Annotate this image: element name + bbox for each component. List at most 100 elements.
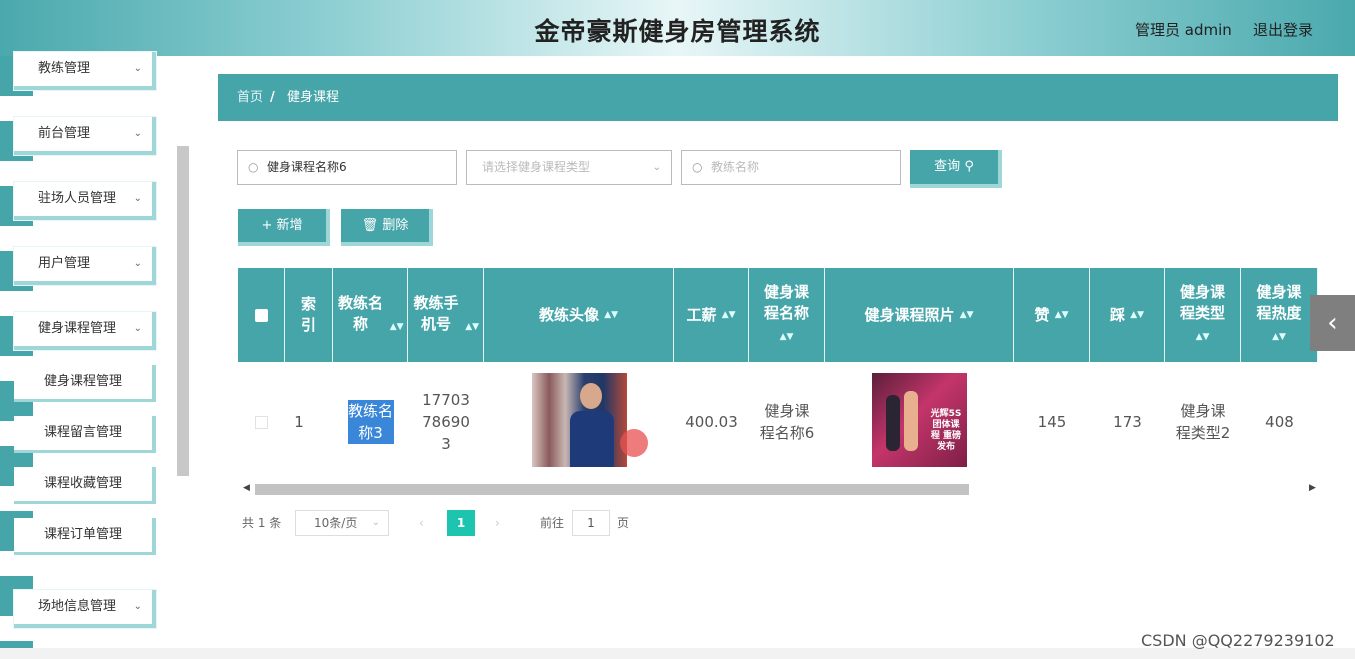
sidebar: 教练管理 ⌄ 前台管理 ⌄ 驻场人员管理 ⌄ 用户管理 ⌄ 健身课程管理 ⌄ 健… — [0, 52, 160, 659]
sidebar-item-reception[interactable]: 前台管理 ⌄ — [14, 117, 156, 155]
course-type-placeholder: 请选择健身课程类型 — [482, 160, 591, 174]
query-button[interactable]: 查询 ⚲ — [910, 150, 1002, 188]
page-size-select[interactable]: 10条/页 ⌄ — [295, 510, 389, 536]
sidebar-item-staff[interactable]: 驻场人员管理 ⌄ — [14, 182, 156, 220]
breadcrumb: 首页 / 健身课程 — [218, 74, 1338, 121]
breadcrumb-current: 健身课程 — [287, 90, 340, 105]
cell-course-type: 健身课程类型2 — [1165, 362, 1241, 482]
search-icon: ⚲ — [964, 159, 974, 174]
cell-coach-phone: 17703786903 — [408, 362, 484, 482]
sidebar-item-label: 前台管理 — [38, 126, 91, 141]
course-name-input[interactable]: ○ 健身课程名称6 — [237, 150, 457, 185]
col-label: 教练头像 — [538, 305, 599, 324]
next-page-icon[interactable]: › — [495, 511, 500, 535]
cell-index: 1 — [294, 413, 304, 431]
chevron-left-icon[interactable]: ‹ — [1310, 295, 1355, 351]
col-label: 教练名称 — [337, 293, 383, 333]
row-checkbox-cell — [238, 362, 285, 482]
avatar-body — [570, 411, 614, 467]
search-icon: ○ — [248, 160, 259, 174]
sidebar-item-label: 用户管理 — [38, 256, 91, 271]
col-likes[interactable]: 赞 ▲▼ — [1014, 268, 1090, 362]
sort-icon: ▲▼ — [1054, 309, 1069, 320]
search-icon: ○ — [692, 160, 703, 174]
prev-page-icon[interactable]: ‹ — [419, 511, 424, 535]
top-header: 金帝豪斯健身房管理系统 管理员 admin 退出登录 — [0, 0, 1355, 56]
col-course-photo[interactable]: 健身课程照片 ▲▼ — [825, 268, 1014, 362]
coach-name-input[interactable]: ○ 教练名称 — [681, 150, 901, 185]
goto-prefix: 前往 — [540, 516, 565, 530]
table-header: 索引 教练名称 ▲▼ 教练手机号 ▲▼ 教练头像 ▲▼ 工薪 ▲▼ 健身课程名称… — [238, 268, 1318, 362]
goto-suffix: 页 — [617, 516, 630, 530]
sidebar-item-label: 健身课程管理 — [38, 321, 117, 336]
sidebar-item-users[interactable]: 用户管理 ⌄ — [14, 247, 156, 285]
coach-phone-text: 17703786903 — [422, 391, 470, 453]
sidebar-subitem-course-orders[interactable]: 课程订单管理 — [14, 518, 156, 555]
avatar-face — [580, 383, 602, 409]
course-type-select[interactable]: 请选择健身课程类型 ⌄ — [466, 150, 672, 185]
cell-likes: 145 — [1037, 413, 1067, 431]
breadcrumb-home[interactable]: 首页 — [237, 74, 263, 121]
current-user: 管理员 admin — [1135, 21, 1232, 39]
select-all-checkbox[interactable] — [254, 308, 268, 322]
cell-coach-name: 教练名称3 — [333, 362, 408, 482]
col-label: 健身课程类型 — [1179, 283, 1225, 322]
col-course-heat[interactable]: 健身课程热度 ▲▼ — [1241, 268, 1318, 362]
col-label: 工薪 — [686, 305, 717, 324]
sort-icon: ▲▼ — [959, 309, 974, 320]
col-course-type[interactable]: 健身课程类型 ▲▼ — [1165, 268, 1241, 362]
col-label: 教练手机号 — [413, 293, 459, 333]
delete-button[interactable]: 🗑 删除 — [341, 209, 433, 246]
page-number-current[interactable]: 1 — [447, 510, 475, 536]
coach-name-text: 教练名称3 — [347, 400, 394, 444]
col-coach-name[interactable]: 教练名称 ▲▼ — [333, 268, 408, 362]
table-horizontal-scrollbar[interactable] — [255, 484, 969, 495]
scroll-left-icon[interactable]: ◀ — [243, 483, 250, 493]
sidebar-subitem-course-comments[interactable]: 课程留言管理 — [14, 416, 156, 453]
add-button[interactable]: + 新增 — [238, 209, 330, 246]
add-label: 新增 — [276, 218, 303, 233]
photo-figure — [904, 391, 918, 451]
cell-heat: 408 — [1265, 413, 1294, 431]
sort-icon: ▲▼ — [779, 332, 794, 342]
scroll-right-icon[interactable]: ▶ — [1309, 483, 1316, 493]
col-course-name[interactable]: 健身课程名称 ▲▼ — [749, 268, 825, 362]
col-index[interactable]: 索引 — [285, 268, 333, 362]
col-label: 健身课程照片 — [864, 305, 955, 324]
coach-avatar-image[interactable] — [532, 373, 627, 467]
col-salary[interactable]: 工薪 ▲▼ — [674, 268, 749, 362]
sidebar-scrollbar[interactable] — [177, 146, 189, 476]
logout-link[interactable]: 退出登录 — [1253, 19, 1313, 40]
course-name-text: 健身课程名称6 — [759, 402, 815, 442]
page-size-value: 10条/页 — [314, 516, 358, 530]
col-coach-avatar[interactable]: 教练头像 ▲▼ — [484, 268, 674, 362]
delete-label: 删除 — [382, 218, 409, 233]
row-checkbox[interactable] — [255, 415, 268, 429]
col-label: 健身课程热度 — [1256, 283, 1302, 322]
col-dislikes[interactable]: 踩 ▲▼ — [1090, 268, 1165, 362]
cell-dislikes: 173 — [1113, 413, 1142, 431]
sidebar-item-label: 场地信息管理 — [38, 599, 117, 614]
goto-page-input[interactable]: 1 — [572, 510, 610, 536]
col-coach-phone[interactable]: 教练手机号 ▲▼ — [408, 268, 484, 362]
sidebar-subitem-course-favorites[interactable]: 课程收藏管理 — [14, 467, 156, 504]
course-photo-image[interactable]: 光辉5S 团体课程 重磅发布 — [872, 373, 967, 467]
select-all-cell — [238, 268, 285, 362]
sidebar-item-courses[interactable]: 健身课程管理 ⌄ — [14, 312, 156, 350]
course-type-text: 健身课程类型2 — [1175, 402, 1231, 442]
sidebar-subitem-course-manage[interactable]: 健身课程管理 — [14, 365, 156, 402]
trash-icon: 🗑 — [361, 218, 379, 233]
watermark: CSDN @QQ2279239102 — [1141, 631, 1335, 650]
chevron-down-icon: ⌄ — [133, 63, 142, 74]
sort-icon: ▲▼ — [604, 309, 619, 320]
sort-icon: ▲▼ — [1195, 332, 1210, 342]
chevron-down-icon: ⌄ — [133, 601, 142, 612]
plus-icon: + — [261, 218, 273, 233]
sidebar-item-venue[interactable]: 场地信息管理 ⌄ — [14, 590, 156, 628]
chevron-down-icon: ⌄ — [133, 258, 142, 269]
query-label: 查询 — [934, 159, 961, 174]
sidebar-item-coach[interactable]: 教练管理 ⌄ — [14, 52, 156, 90]
cell-salary: 400.03 — [685, 413, 738, 431]
photo-caption: 光辉5S 团体课程 重磅发布 — [930, 409, 962, 452]
sidebar-item-label: 驻场人员管理 — [38, 191, 117, 206]
